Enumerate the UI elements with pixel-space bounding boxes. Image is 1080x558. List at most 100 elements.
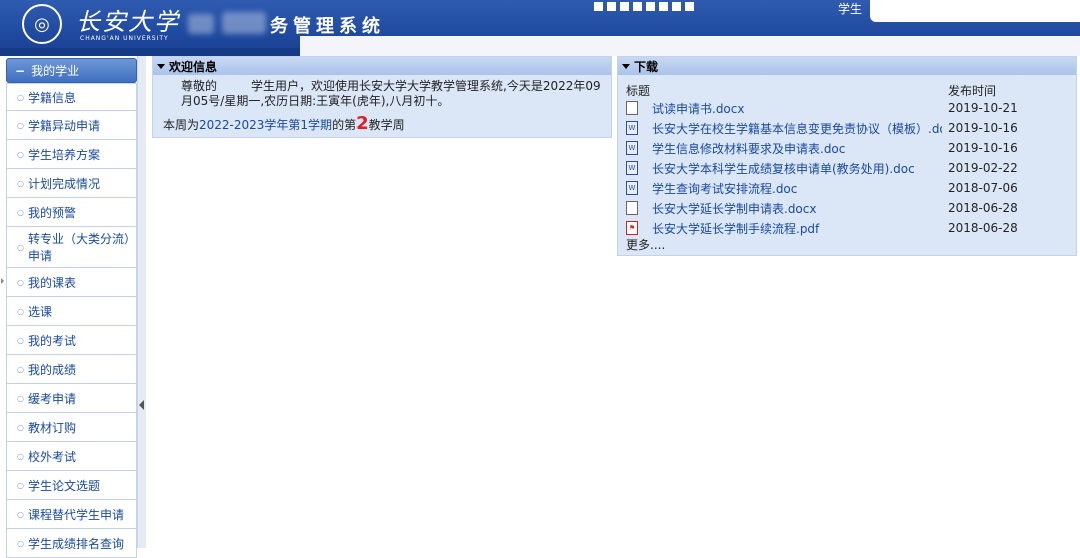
bullet-icon: ○ [17,451,24,461]
download-date: 2019-02-22 [948,161,1018,175]
download-row: 长安大学延长学制申请表.docx 2018-06-28 [626,198,1076,218]
current-week-line: 本周为2022-2023学年第1学期的第2教学周 [163,113,605,134]
word-doc-icon: W [626,161,638,175]
blank-doc-icon [626,101,638,115]
sidebar-item[interactable]: ○ 学籍异动申请 [6,111,137,140]
university-seal-icon: ◎ [22,4,62,44]
sidebar-item-label: 选课 [27,304,52,319]
blank-doc-icon [626,201,638,215]
sidebar-item[interactable]: ○ 我的课表 [6,268,137,297]
sidebar-item-label: 转专业（大类分流）申请 [27,232,136,263]
sidebar-item[interactable]: ○ 教材订购 [6,413,137,442]
bullet-icon: ○ [17,178,24,188]
download-link[interactable]: 学生信息修改材料要求及申请表.doc [652,140,942,157]
sidebar-item[interactable]: ○ 学生论文选题 [6,471,137,500]
user-info-area[interactable] [870,0,1080,22]
download-row: W 学生信息修改材料要求及申请表.doc 2019-10-16 [626,138,1076,158]
word-doc-icon: W [626,141,638,155]
download-link[interactable]: 学生查询考试安排流程.doc [652,180,942,197]
sidebar-item[interactable]: ○ 学生培养方案 [6,140,137,169]
welcome-message: 尊敬的 学生用户，欢迎使用长安大学大学教学管理系统,今天是2022年09月05号/… [163,79,605,109]
sidebar-item[interactable]: ○ 计划完成情况 [6,169,137,198]
sidebar-item[interactable]: ○ 我的成绩 [6,355,137,384]
sidebar-item-label: 课程替代学生申请 [27,507,124,522]
welcome-text: 学生用户，欢迎使用长安大学大学教学管理系统,今天是2022年09月05号/星期一… [181,79,601,108]
bullet-icon: ○ [17,149,24,159]
bullet-icon: ○ [17,364,24,374]
system-title: 务管理系统 [270,16,385,37]
download-date: 2019-10-16 [948,121,1018,135]
sidebar-item-label: 我的考试 [27,333,76,348]
download-date: 2018-06-28 [948,221,1018,235]
header-banner-strip [300,36,1080,56]
role-label: 学生 [838,2,863,16]
week-mid: 的第 [332,118,357,132]
download-row: W 长安大学本科学生成绩复核申请单(教务处用).doc 2019-02-22 [626,158,1076,178]
sidebar-nav-list: ○ 学籍信息 ○ 学籍异动申请 ○ 学生培养方案 ○ 计划完成情况 ○ 我的预警 ○ 转专业（大类分流… [6,83,137,558]
download-date: 2019-10-21 [948,101,1018,115]
download-link[interactable]: 长安大学延长学制申请表.docx [652,200,942,217]
bullet-icon: ○ [17,538,24,548]
sidebar-item[interactable]: ○ 学生成绩排名查询 [6,529,137,558]
sidebar-item-label: 学生成绩排名查询 [27,536,124,551]
sidebar-item[interactable]: ○ 缓考申请 [6,384,137,413]
sidebar-collapse-bar[interactable] [138,56,146,548]
sidebar-item[interactable]: ○ 学籍信息 [6,83,137,111]
download-date: 2019-10-16 [948,141,1018,155]
sidebar-item-label: 学生培养方案 [27,147,100,162]
bullet-icon: ○ [17,480,24,490]
bullet-icon: ○ [17,92,24,102]
expand-triangle-icon [157,63,165,69]
download-panel-header[interactable]: 下载 [618,57,1076,75]
sidebar-item[interactable]: ○ 校外考试 [6,442,137,471]
left-edge-arrow-icon [1,278,4,284]
greeting: 尊敬的 [181,79,218,93]
download-row: W 长安大学在校生学籍基本信息变更免责协议（模板）.doc 2019-10-16 [626,118,1076,138]
bullet-icon: ○ [17,509,24,519]
collapse-left-arrow-icon[interactable] [139,400,144,410]
week-number: 2 [356,113,369,134]
sidebar-item[interactable]: ○ 选课 [6,297,137,326]
pdf-icon: ⚑ [626,221,638,235]
download-link[interactable]: 长安大学本科学生成绩复核申请单(教务处用).doc [652,160,942,177]
word-doc-icon: W [626,181,638,195]
sidebar-item[interactable]: ○ 我的考试 [6,326,137,355]
sidebar-item-label: 学籍异动申请 [27,118,100,133]
app-header: ◎ 长安大学 CHANG'AN UNIVERSITY 务管理系统 学生 [0,0,1080,56]
obscured-text [188,14,214,34]
download-list: 试读申请书.docx 2019-10-21 W 长安大学在校生学籍基本信息变更免责协议… [618,96,1076,238]
column-header-title: 标题 [626,84,651,98]
expand-triangle-icon [622,63,630,69]
university-name-logo: 长安大学 [76,8,180,36]
bullet-icon: ○ [17,277,24,287]
term-label: 2022-2023学年第1学期 [199,118,333,132]
download-row: ⚑ 长安大学延长学制手续流程.pdf 2018-06-28 [626,218,1076,238]
sidebar-item-label: 计划完成情况 [27,176,100,191]
sidebar-item[interactable]: ○ 课程替代学生申请 [6,500,137,529]
bullet-icon: ○ [17,242,24,252]
sidebar-item-label: 教材订购 [27,420,76,435]
university-name-en: CHANG'AN UNIVERSITY [80,35,169,42]
sidebar-item[interactable]: ○ 转专业（大类分流）申请 [6,227,137,268]
download-link[interactable]: 试读申请书.docx [652,100,942,117]
more-link[interactable]: 更多.... [618,236,1076,253]
welcome-panel-title: 欢迎信息 [169,59,218,74]
bullet-icon: ○ [17,393,24,403]
bullet-icon: ○ [17,207,24,217]
week-suffix: 教学周 [368,118,405,132]
sidebar-item-label: 学生论文选题 [27,478,100,493]
download-panel: 下载 标题 发布时间 试读申请书.docx 2019-10-21 W 长安大学在校生学… [617,56,1077,256]
download-panel-title: 下载 [634,59,659,74]
download-link[interactable]: 长安大学延长学制手续流程.pdf [652,220,942,237]
bullet-icon: ○ [17,306,24,316]
word-doc-icon: W [626,121,638,135]
sidebar-item-label: 学籍信息 [27,90,76,105]
welcome-panel-header[interactable]: 欢迎信息 [153,57,611,75]
week-prefix: 本周为 [163,118,200,132]
column-header-date: 发布时间 [947,84,996,98]
sidebar-section-label: 我的学业 [31,64,80,78]
download-link[interactable]: 长安大学在校生学籍基本信息变更免责协议（模板）.doc [652,120,942,137]
sidebar-section-my-studies[interactable]: − 我的学业 [6,58,137,83]
welcome-panel: 欢迎信息 尊敬的 学生用户，欢迎使用长安大学大学教学管理系统,今天是2022年09… [152,56,612,138]
sidebar-item[interactable]: ○ 我的预警 [6,198,137,227]
